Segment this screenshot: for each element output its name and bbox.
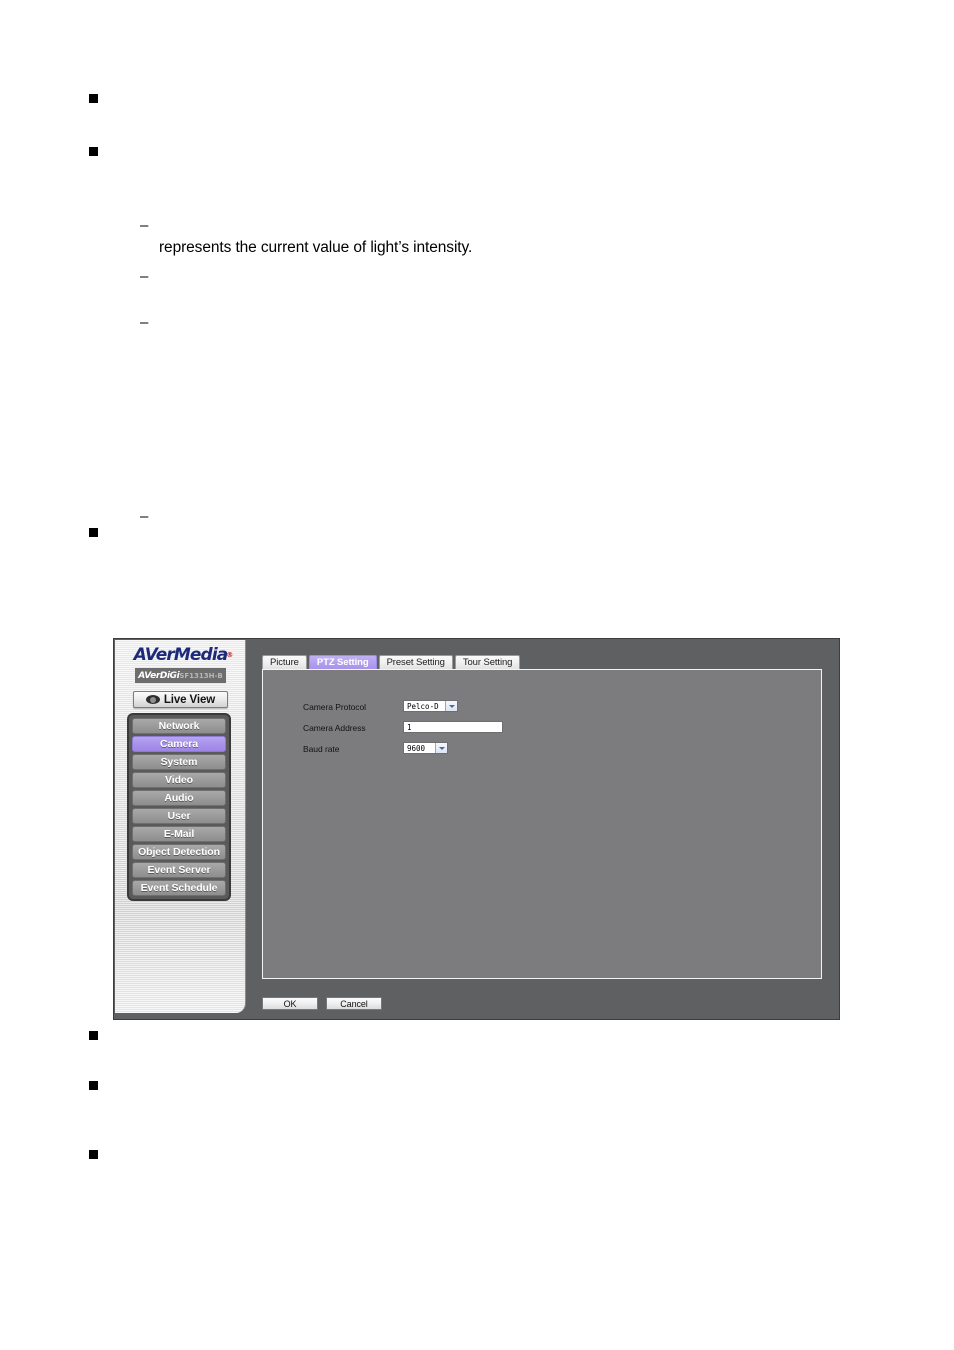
camera-protocol-select[interactable]: Pelco-D [403, 700, 458, 712]
tab-bar: Picture PTZ Setting Preset Setting Tour … [262, 655, 521, 669]
camera-protocol-value: Pelco-D [407, 701, 439, 711]
bullet-marker [89, 528, 98, 537]
camera-web-ui-window: AVerMedia ® AVerDiGiSF1313H-B Live View N… [113, 638, 840, 1020]
dash-marker: – [140, 217, 149, 234]
camera-address-value: 1 [407, 722, 412, 732]
chevron-down-icon[interactable] [445, 701, 457, 711]
dash-marker: – [140, 314, 149, 331]
sidebar-item-audio[interactable]: Audio [132, 790, 226, 806]
dash-marker: – [140, 268, 149, 285]
dash-marker: – [140, 508, 149, 525]
camera-address-input[interactable]: 1 [403, 721, 503, 733]
chevron-down-icon[interactable] [435, 743, 447, 753]
bullet-marker [89, 147, 98, 156]
sidebar-menu: Network Camera System Video Audio User E… [127, 713, 231, 901]
brand-name: AVerMedia ® [133, 645, 234, 665]
live-view-label: Live View [163, 693, 216, 706]
sidebar-item-event-server[interactable]: Event Server [132, 862, 226, 878]
bullet-marker [89, 1031, 98, 1040]
live-view-button[interactable]: Live View [133, 691, 228, 708]
sidebar-item-user[interactable]: User [132, 808, 226, 824]
body-text-line: represents the current value of light’s … [159, 239, 473, 256]
baud-rate-select[interactable]: 9600 [403, 742, 448, 754]
main-content: Picture PTZ Setting Preset Setting Tour … [247, 640, 838, 1018]
action-button-bar: OK Cancel [262, 997, 382, 1010]
brand-logo: AVerMedia ® AVerDiGiSF1313H-B [115, 645, 245, 683]
tab-tour-setting[interactable]: Tour Setting [454, 655, 521, 669]
bullet-marker [89, 94, 98, 103]
bullet-marker [89, 1150, 98, 1159]
sidebar-item-object-detection[interactable]: Object Detection [132, 844, 226, 860]
camera-address-label: Camera Address [303, 723, 366, 733]
ok-button[interactable]: OK [262, 997, 318, 1010]
tab-ptz-setting[interactable]: PTZ Setting [308, 655, 377, 669]
sidebar-item-camera[interactable]: Camera [132, 736, 226, 752]
product-family-text: AVerDiGi [138, 671, 180, 681]
baud-rate-value: 9600 [407, 743, 426, 753]
camera-protocol-label: Camera Protocol [303, 702, 367, 712]
sidebar-item-system[interactable]: System [132, 754, 226, 770]
product-model-text: SF1313H-B [179, 672, 223, 680]
cancel-button[interactable]: Cancel [326, 997, 382, 1010]
product-model-badge: AVerDiGiSF1313H-B [135, 668, 226, 683]
sidebar-item-email[interactable]: E-Mail [132, 826, 226, 842]
sidebar-item-video[interactable]: Video [132, 772, 226, 788]
sidebar-item-network[interactable]: Network [132, 718, 226, 734]
baud-rate-label: Baud rate [303, 744, 340, 754]
bullet-marker [89, 1081, 98, 1090]
sidebar-item-event-schedule[interactable]: Event Schedule [132, 880, 226, 896]
settings-panel: Camera Protocol Pelco-D Camera Address 1… [262, 669, 822, 979]
eye-icon [145, 695, 160, 704]
sidebar: AVerMedia ® AVerDiGiSF1313H-B Live View N… [115, 640, 246, 1013]
tab-preset-setting[interactable]: Preset Setting [378, 655, 453, 669]
tab-picture[interactable]: Picture [262, 655, 307, 669]
trademark-icon: ® [226, 651, 233, 659]
brand-name-text: AVerMedia [133, 645, 229, 665]
